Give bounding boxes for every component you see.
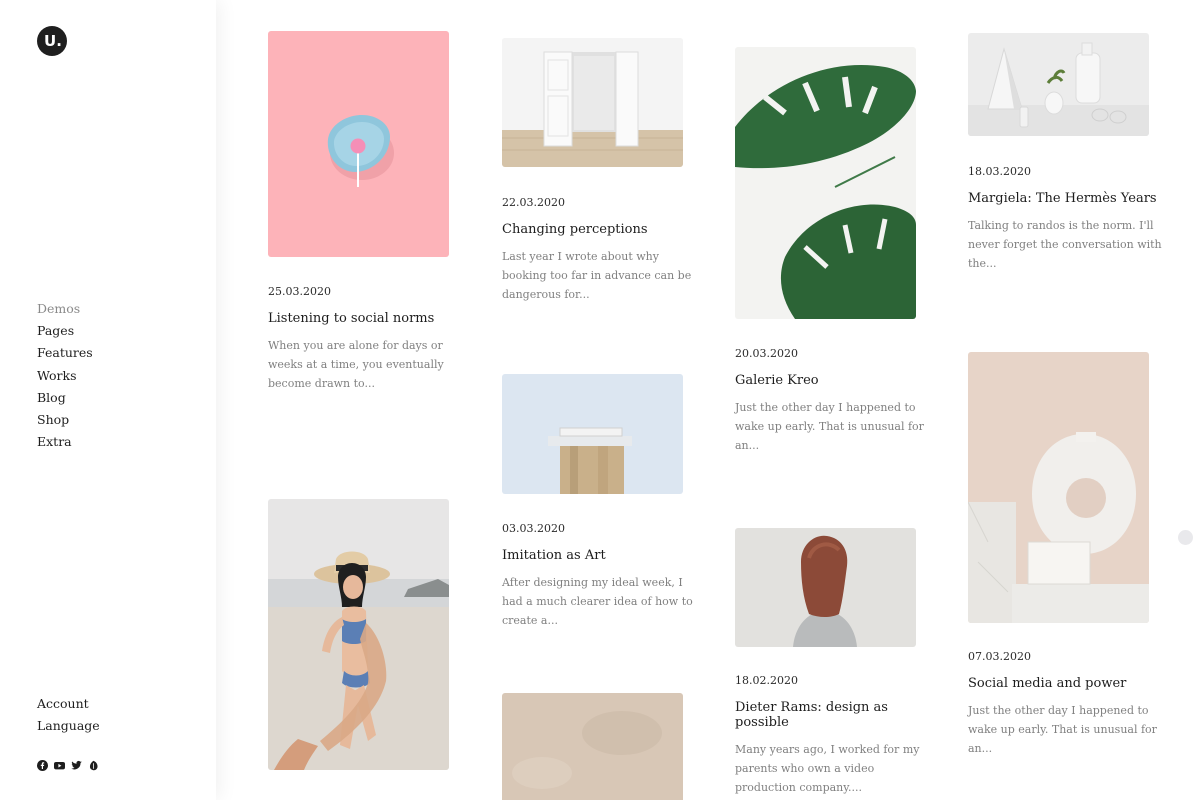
post-card-changing: 22.03.2020 Changing perceptions Last yea… <box>502 38 691 301</box>
post-card-beach <box>268 499 449 770</box>
post-card-listening: 25.03.2020 Listening to social norms Whe… <box>268 31 449 390</box>
facebook-icon[interactable] <box>37 760 48 771</box>
post-excerpt: Just the other day I happened to wake up… <box>735 401 924 452</box>
post-thumbnail[interactable] <box>268 499 449 770</box>
main-nav: Demos Pages Features Works Blog Shop Ext… <box>37 298 93 453</box>
post-thumbnail[interactable] <box>502 38 683 167</box>
post-title[interactable]: Margiela: The Hermès Years <box>968 191 1168 206</box>
post-excerpt: Many years ago, I worked for my parents … <box>735 743 920 794</box>
post-date: 25.03.2020 <box>268 285 331 298</box>
post-card-sand <box>502 693 683 800</box>
logo-letter: U. <box>44 32 62 50</box>
post-date: 22.03.2020 <box>502 196 565 209</box>
nav-item-pages[interactable]: Pages <box>37 320 93 342</box>
post-thumbnail[interactable] <box>502 693 683 800</box>
youtube-icon[interactable] <box>54 760 65 771</box>
twitter-icon[interactable] <box>71 760 82 771</box>
post-title[interactable]: Social media and power <box>968 676 1168 691</box>
post-thumbnail[interactable] <box>968 352 1149 623</box>
post-date: 07.03.2020 <box>968 650 1031 663</box>
post-excerpt: Just the other day I happened to wake up… <box>968 704 1157 755</box>
post-card-social: 07.03.2020 Social media and power Just t… <box>968 352 1157 755</box>
post-thumbnail[interactable] <box>502 374 683 494</box>
nav-item-features[interactable]: Features <box>37 342 93 364</box>
site-logo[interactable]: U. <box>37 26 67 56</box>
post-card-galerie: 20.03.2020 Galerie Kreo Just the other d… <box>735 47 924 452</box>
nav-item-works[interactable]: Works <box>37 365 93 387</box>
post-card-dieter: 18.02.2020 Dieter Rams: design as possib… <box>735 528 919 794</box>
post-excerpt: Talking to randos is the norm. I'll neve… <box>968 219 1162 270</box>
post-excerpt: Last year I wrote about why booking too … <box>502 250 692 301</box>
post-date: 18.02.2020 <box>735 674 798 687</box>
post-thumbnail[interactable] <box>735 47 916 319</box>
post-title[interactable]: Imitation as Art <box>502 548 702 563</box>
post-thumbnail[interactable] <box>968 33 1149 136</box>
behance-icon[interactable] <box>88 760 99 771</box>
post-date: 18.03.2020 <box>968 165 1031 178</box>
sidebar: U. Demos Pages Features Works Blog Shop … <box>0 0 216 800</box>
post-excerpt: After designing my ideal week, I had a m… <box>502 576 693 627</box>
post-thumbnail[interactable] <box>268 31 449 257</box>
post-card-imitation: 03.03.2020 Imitation as Art After design… <box>502 374 693 627</box>
post-title[interactable]: Changing perceptions <box>502 222 702 237</box>
post-title[interactable]: Dieter Rams: design as possible <box>735 700 935 730</box>
post-thumbnail[interactable] <box>735 528 916 647</box>
nav-item-shop[interactable]: Shop <box>37 409 93 431</box>
post-date: 03.03.2020 <box>502 522 565 535</box>
account-link[interactable]: Account <box>37 693 100 715</box>
nav-item-demos[interactable]: Demos <box>37 298 93 320</box>
social-links <box>37 760 99 771</box>
language-link[interactable]: Language <box>37 715 100 737</box>
post-excerpt: When you are alone for days or weeks at … <box>268 339 444 390</box>
post-title[interactable]: Listening to social norms <box>268 311 468 326</box>
nav-item-extra[interactable]: Extra <box>37 431 93 453</box>
post-card-margiela: 18.03.2020 Margiela: The Hermès Years Ta… <box>968 33 1162 270</box>
post-date: 20.03.2020 <box>735 347 798 360</box>
account-nav: Account Language <box>37 693 100 737</box>
post-title[interactable]: Galerie Kreo <box>735 373 935 388</box>
nav-item-blog[interactable]: Blog <box>37 387 93 409</box>
scroll-indicator[interactable] <box>1178 530 1193 545</box>
